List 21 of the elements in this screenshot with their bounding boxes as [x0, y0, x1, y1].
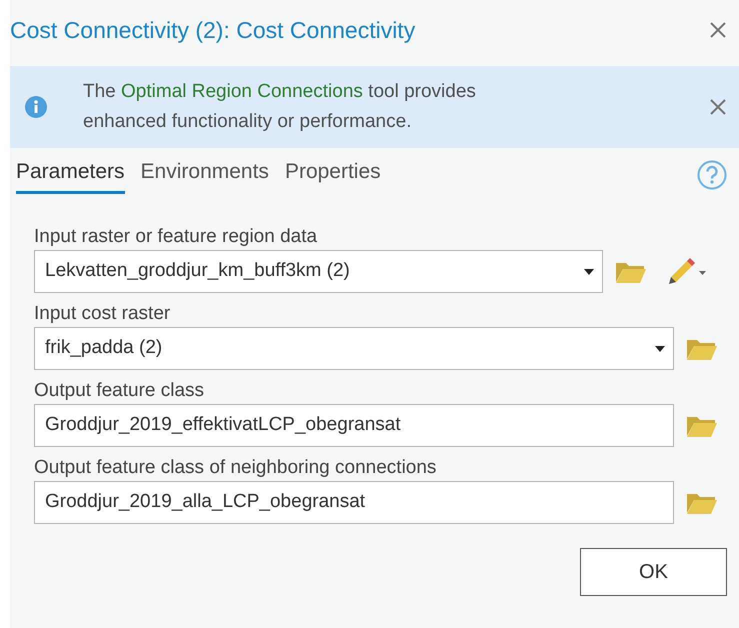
- help-icon[interactable]: [697, 160, 727, 190]
- window-title: Cost Connectivity (2): Cost Connectivity: [10, 16, 416, 45]
- tab[interactable]: Properties: [284, 156, 381, 194]
- tool-link[interactable]: Optimal Region Connections: [121, 81, 363, 102]
- info-icon: [25, 96, 47, 118]
- dropdown-field[interactable]: frik_padda (2): [34, 327, 674, 370]
- info-message: The Optimal Region Connections tool provides enhanced functionality or performance.: [83, 80, 477, 134]
- tab[interactable]: Environments: [140, 156, 269, 194]
- field-label: Output feature class of neighboring connections: [34, 456, 438, 480]
- field-label: Input cost raster: [34, 302, 172, 326]
- tab[interactable]: Parameters: [16, 156, 125, 194]
- ok-button[interactable]: OK: [580, 548, 727, 596]
- close-icon[interactable]: [709, 98, 727, 116]
- caret-icon: [584, 268, 594, 274]
- dropdown-field[interactable]: Lekvatten_groddjur_km_buff3km (2): [34, 250, 603, 293]
- close-icon[interactable]: [709, 21, 727, 39]
- text-field[interactable]: Groddjur_2019_alla_LCP_obegransat: [34, 481, 674, 524]
- field-label: Output feature class: [34, 379, 206, 403]
- caret-icon: [655, 346, 665, 352]
- text-field[interactable]: Groddjur_2019_effektivatLCP_obegransat: [34, 404, 674, 447]
- field-label: Input raster or feature region data: [34, 225, 318, 249]
